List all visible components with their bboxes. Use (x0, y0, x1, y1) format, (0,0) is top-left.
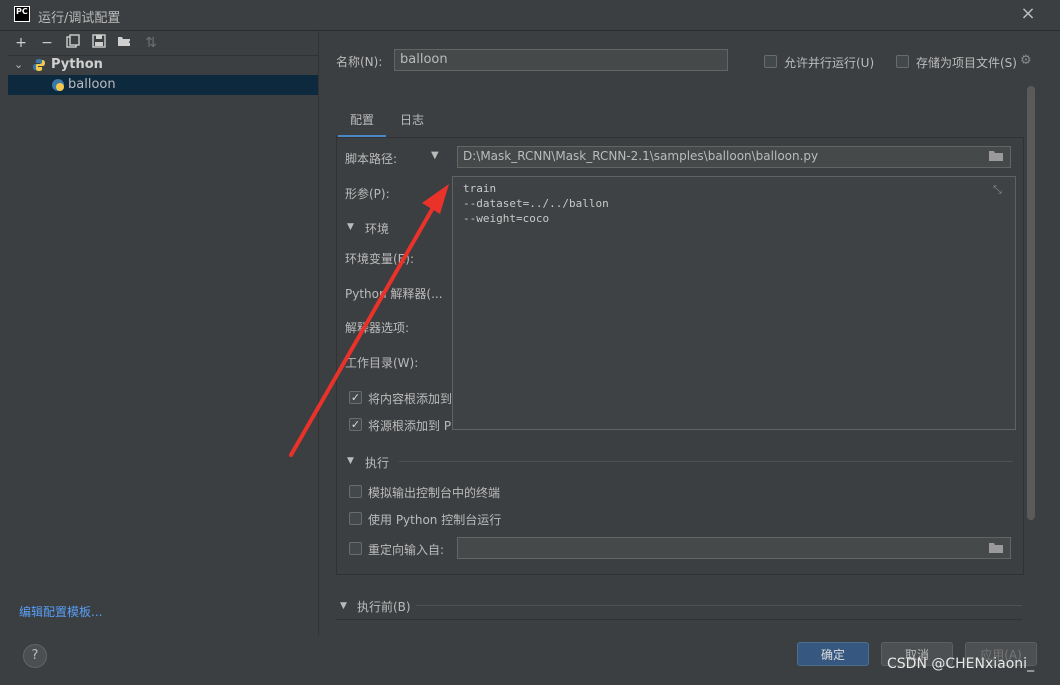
python-console-label: 使用 Python 控制台运行 (368, 513, 502, 527)
before-launch-list (336, 619, 1022, 636)
gear-icon[interactable]: ⚙ (1020, 53, 1032, 68)
allow-parallel-checkbox[interactable] (764, 55, 777, 68)
title-bar: PC 运行/调试配置 × (0, 0, 1060, 31)
env-section-title: 环境 (365, 222, 390, 236)
python-console-checkbox[interactable] (349, 512, 362, 525)
add-content-roots-label: 将内容根添加到 (368, 392, 453, 406)
emulate-terminal-label: 模拟输出控制台中的终端 (368, 486, 501, 500)
folder-icon[interactable] (989, 150, 1003, 165)
redirect-input-checkbox[interactable] (349, 542, 362, 555)
save-icon[interactable] (90, 34, 108, 52)
remove-icon[interactable]: − (38, 34, 56, 52)
script-path-label: 脚本路径: (345, 152, 398, 166)
csdn-watermark: CSDN @CHENxiaoni_ (887, 656, 1035, 672)
collapse-editor-icon[interactable]: ⤡ (993, 183, 1002, 197)
sort-icon[interactable]: ⇅ (142, 34, 160, 52)
params-line-1: train (463, 182, 497, 195)
allow-parallel-label: 允许并行运行(U) (784, 56, 875, 70)
tab-log[interactable]: 日志 (398, 111, 426, 135)
redirect-input-label: 重定向输入自: (368, 543, 445, 557)
add-source-roots-label: 将源根添加到 P (368, 419, 452, 433)
close-icon[interactable]: × (1018, 4, 1038, 24)
params-label: 形参(P): (345, 187, 390, 201)
before-launch-title: 执行前(B) (357, 600, 411, 614)
python-run-config-icon (51, 78, 65, 99)
ok-button[interactable]: 确定 (797, 642, 869, 666)
env-collapse-icon[interactable]: ▼ (347, 222, 354, 232)
name-input[interactable]: balloon (394, 49, 728, 71)
tab-config[interactable]: 配置 (338, 111, 386, 138)
tree-group-python[interactable]: ⌄ Python (8, 55, 318, 75)
before-launch-collapse-icon[interactable]: ▼ (340, 601, 347, 611)
env-vars-label: 环境变量(E): (345, 252, 414, 266)
exec-collapse-icon[interactable]: ▼ (347, 456, 354, 466)
pycharm-app-icon: PC (14, 6, 30, 22)
add-content-roots-checkbox[interactable]: ✓ (349, 391, 362, 404)
new-folder-icon[interactable] (116, 34, 134, 52)
params-line-3: --weight=coco (463, 212, 550, 225)
copy-icon[interactable] (64, 34, 82, 52)
tree-toolbar: + − ⇅ (8, 31, 318, 56)
store-project-file-label: 存储为项目文件(S) (916, 56, 1017, 70)
workdir-label: 工作目录(W): (345, 356, 419, 370)
script-type-dropdown-icon[interactable]: ▼ (431, 150, 439, 161)
name-label: 名称(N): (336, 55, 383, 69)
store-project-file-checkbox[interactable] (896, 55, 909, 68)
redirect-input-field[interactable] (457, 537, 1011, 559)
exec-divider (399, 461, 1013, 462)
config-tree-panel: + − ⇅ ⌄ Python balloon 编辑配置模板... (8, 31, 319, 636)
script-path-value: D:\Mask_RCNN\Mask_RCNN-2.1\samples\ballo… (463, 149, 819, 163)
tree-item-label: balloon (68, 77, 116, 92)
before-launch-divider (416, 605, 1022, 606)
dialog-footer: ? 确定 取消 应用(A) CSDN @CHENxiaoni_ (0, 636, 1060, 685)
interpreter-label: Python 解释器(... (345, 287, 443, 301)
edit-templates-link[interactable]: 编辑配置模板... (19, 603, 102, 620)
add-icon[interactable]: + (12, 34, 30, 52)
redirect-folder-icon[interactable] (989, 542, 1003, 557)
params-expanded-editor[interactable]: train --dataset=../../ballon --weight=co… (452, 176, 1016, 430)
emulate-terminal-checkbox[interactable] (349, 485, 362, 498)
config-form: 名称(N): balloon 允许并行运行(U) 存储为项目文件(S) ⚙ 配置… (320, 31, 1040, 636)
add-source-roots-checkbox[interactable]: ✓ (349, 418, 362, 431)
chevron-down-icon: ⌄ (14, 58, 24, 71)
script-path-input[interactable]: D:\Mask_RCNN\Mask_RCNN-2.1\samples\ballo… (457, 146, 1011, 168)
window-title: 运行/调试配置 (38, 11, 121, 26)
interpreter-options-label: 解释器选项: (345, 321, 410, 335)
tree-group-label: Python (51, 57, 103, 72)
form-scrollbar[interactable] (1027, 86, 1035, 520)
tree-item-balloon[interactable]: balloon (8, 75, 318, 95)
params-line-2: --dataset=../../ballon (463, 197, 609, 210)
exec-section-title: 执行 (365, 456, 390, 470)
help-button[interactable]: ? (23, 644, 47, 668)
